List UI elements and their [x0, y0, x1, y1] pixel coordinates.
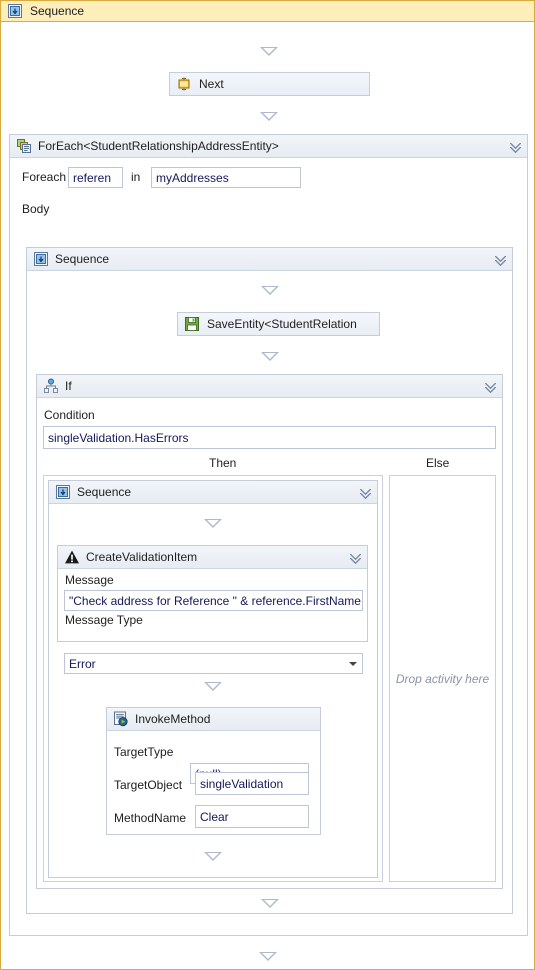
next-activity-title: Next [199, 77, 224, 91]
connector-arrow-9 [1, 946, 534, 966]
then-sequence-title: Sequence [77, 485, 132, 499]
method-name-label: MethodName [114, 811, 187, 825]
if-then-label: Then [209, 456, 237, 470]
inner-sequence-activity[interactable]: Sequence SaveEntity<StudentRelation If C… [26, 247, 513, 914]
chevron-up-double-icon[interactable] [349, 550, 363, 564]
if-header[interactable]: If [37, 375, 502, 398]
connector-arrow-6 [49, 676, 377, 696]
root-sequence-activity[interactable]: Sequence Next ForEach<StudentRelationshi… [0, 0, 535, 970]
target-object-input[interactable]: singleValidation [195, 772, 309, 795]
invoke-method-icon [113, 711, 129, 727]
connector-arrow-4 [27, 346, 512, 366]
next-activity-icon [176, 76, 192, 92]
save-entity-activity[interactable]: SaveEntity<StudentRelation [177, 312, 380, 336]
chevron-up-double-icon[interactable] [484, 379, 498, 393]
next-activity[interactable]: Next [169, 72, 370, 96]
root-sequence-header[interactable]: Sequence [1, 1, 534, 22]
else-placeholder-text: Drop activity here [395, 671, 490, 686]
invoke-method-activity[interactable]: InvokeMethod TargetType (null) TargetObj… [106, 707, 321, 835]
sequence-icon [7, 3, 23, 19]
message-label: Message [65, 573, 114, 587]
foreach-icon [16, 138, 32, 154]
foreach-collection-input[interactable]: myAddresses [151, 167, 301, 188]
foreach-activity[interactable]: ForEach<StudentRelationshipAddressEntity… [9, 134, 528, 936]
inner-sequence-title: Sequence [55, 252, 110, 266]
if-condition-input[interactable]: singleValidation.HasErrors [43, 426, 496, 449]
connector-arrow-2 [1, 106, 535, 126]
sequence-icon [55, 484, 71, 500]
if-title: If [65, 379, 72, 393]
foreach-title: ForEach<StudentRelationshipAddressEntity… [38, 139, 279, 153]
create-validation-item-activity[interactable]: CreateValidationItem Message "Check addr… [57, 545, 368, 674]
message-type-value: Error [69, 656, 96, 671]
foreach-body-label: Body [22, 202, 50, 216]
create-validation-item-header[interactable]: CreateValidationItem [58, 546, 367, 569]
invoke-method-title: InvokeMethod [135, 712, 211, 726]
invoke-method-header[interactable]: InvokeMethod [107, 708, 320, 731]
save-entity-title: SaveEntity<StudentRelation [207, 317, 357, 331]
warning-icon [64, 549, 80, 565]
connector-arrow-8 [27, 893, 512, 913]
connector-arrow-7 [49, 846, 377, 866]
if-condition-label: Condition [44, 408, 95, 422]
chevron-up-double-icon[interactable] [509, 139, 523, 153]
message-type-label: Message Type [65, 613, 143, 627]
then-sequence-header[interactable]: Sequence [49, 481, 377, 504]
foreach-keyword-label: Foreach [22, 170, 67, 184]
chevron-up-double-icon[interactable] [494, 252, 508, 266]
foreach-iterator-input[interactable]: referen [68, 167, 123, 188]
target-type-label: TargetType [114, 745, 174, 759]
chevron-up-double-icon[interactable] [359, 485, 373, 499]
if-icon [43, 378, 59, 394]
method-name-input[interactable]: Clear [195, 805, 309, 828]
sequence-icon [33, 251, 49, 267]
foreach-iterator-row: Foreach referen in myAddresses [10, 166, 529, 190]
then-sequence-activity[interactable]: Sequence CreateValidationItem Message "C… [48, 480, 378, 878]
message-input[interactable]: "Check address for Reference " & referen… [64, 590, 363, 611]
chevron-down-icon[interactable] [349, 661, 357, 666]
root-sequence-title: Sequence [30, 4, 85, 18]
connector-arrow-3 [27, 280, 512, 300]
if-else-dropzone[interactable]: Drop activity here [389, 475, 496, 882]
foreach-in-label: in [131, 170, 141, 184]
create-validation-item-title: CreateValidationItem [86, 550, 198, 564]
message-type-select[interactable]: Error [64, 653, 363, 674]
inner-sequence-header[interactable]: Sequence [27, 248, 512, 271]
connector-arrow-1 [1, 41, 535, 61]
if-else-label: Else [426, 456, 450, 470]
if-then-branch[interactable]: Sequence CreateValidationItem Message "C… [43, 475, 383, 882]
if-activity-box[interactable]: If Condition singleValidation.HasErrors … [36, 374, 503, 889]
target-object-label: TargetObject [114, 778, 183, 792]
connector-arrow-5 [49, 513, 377, 533]
save-icon [184, 316, 200, 332]
foreach-header[interactable]: ForEach<StudentRelationshipAddressEntity… [10, 135, 527, 158]
